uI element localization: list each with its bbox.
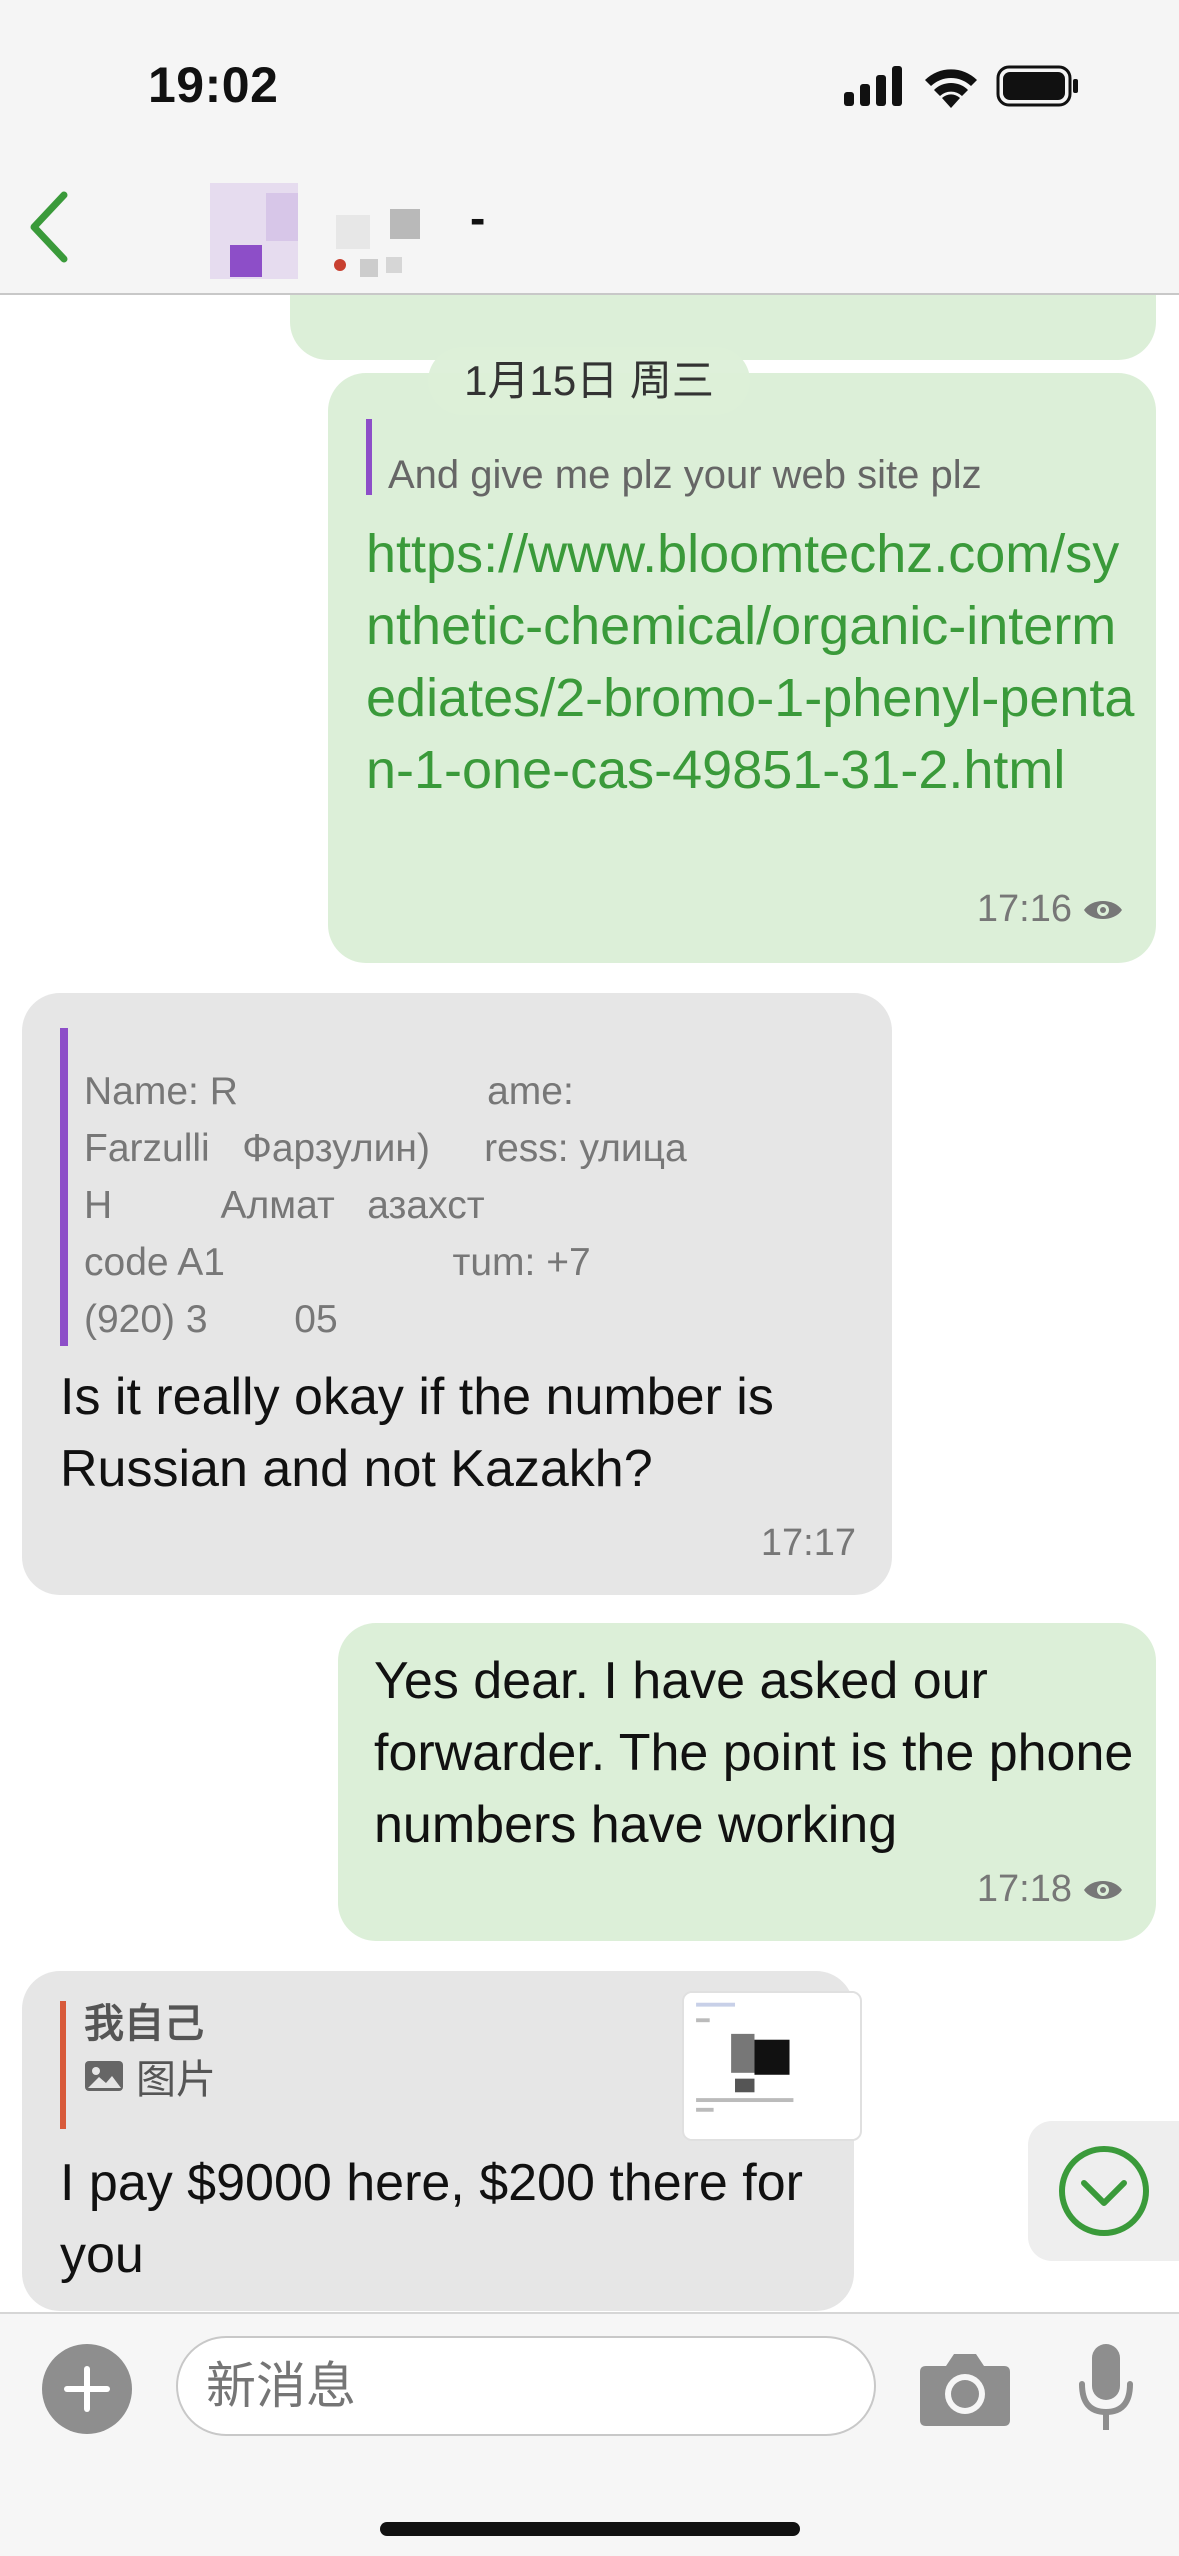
message-text: I pay $9000 here, $200 there for you (60, 2154, 803, 2284)
quote-line: H Алмат азахст (84, 1184, 485, 1227)
message-incoming[interactable]: Name: R ame: Farzulli Фарзулин) ress: ул… (22, 993, 892, 1595)
mic-icon[interactable] (1076, 2342, 1136, 2436)
reply-quote[interactable]: Name: R ame: Farzulli Фарзулин) ress: ул… (84, 1063, 874, 1348)
attach-button[interactable] (42, 2344, 132, 2434)
message-meta: 17:18 (977, 1868, 1124, 1911)
reply-bar (60, 2001, 66, 2129)
plus-icon (64, 2366, 110, 2412)
reply-bar (366, 419, 372, 495)
battery-icon (996, 65, 1078, 107)
camera-icon[interactable] (918, 2350, 1012, 2426)
scroll-to-bottom-button[interactable] (1028, 2121, 1179, 2261)
wifi-icon (925, 69, 977, 108)
message-incoming[interactable]: 我自己 图片 I pay $9000 here, $200 there for … (22, 1971, 862, 2311)
message-text: invoice (328, 295, 484, 299)
message-text: Yes dear. I have asked our forwarder. Th… (374, 1652, 1134, 1854)
reply-thumbnail[interactable] (682, 1991, 862, 2141)
signal-icon (844, 66, 902, 106)
message-time: 17:18 (976, 1868, 1072, 1910)
message-time: 17:17 (760, 1522, 856, 1564)
status-bar: 19:02 (0, 0, 1179, 165)
reply-preview-label: 图片 (136, 2058, 216, 2102)
status-time: 19:02 (148, 57, 279, 113)
quote-line: Farzulli Фарзулин) ress: улица (84, 1127, 687, 1170)
message-outgoing[interactable]: And give me plz your web site plz https:… (328, 373, 1156, 963)
chevron-down-circle-icon (1059, 2146, 1149, 2236)
reply-preview-name[interactable]: 我自己 (84, 1991, 204, 2049)
date-separator: 1月15日 周三 (428, 347, 750, 415)
message-list[interactable]: invoice 1月15日 周三 And give me plz your we… (0, 295, 1179, 2312)
message-outgoing[interactable]: Yes dear. I have asked our forwarder. Th… (338, 1623, 1156, 1941)
message-input[interactable] (176, 2336, 876, 2436)
reply-preview-type[interactable]: 图片 (84, 2047, 216, 2105)
reply-preview-text[interactable]: And give me plz your web site plz (388, 453, 982, 498)
message-meta: 17:17 (761, 1522, 856, 1565)
back-chevron-icon[interactable] (24, 189, 74, 265)
quote-line: code A1 тum: +7 (84, 1241, 591, 1284)
message-text: Is it really okay if the number is Russi… (60, 1368, 774, 1498)
message-composer (0, 2312, 1179, 2556)
eye-icon (1084, 900, 1122, 919)
message-meta: 17:16 (977, 888, 1124, 931)
eye-icon (1084, 1880, 1122, 1899)
reply-bar (60, 1028, 68, 1346)
message-time: 17:16 (976, 888, 1072, 930)
message-link[interactable]: https://www.bloomtechz.com/synthetic-che… (366, 518, 1146, 806)
avatar[interactable] (210, 175, 510, 285)
quote-line: (920) 3 05 (84, 1298, 338, 1341)
telegram-chat-screen: 19:02 - 1月15日 周三 And give me plz your we… (0, 0, 1179, 2556)
contact-name[interactable]: - (470, 191, 485, 245)
quote-line: Name: R ame: (84, 1070, 574, 1113)
home-indicator (380, 2522, 800, 2536)
image-icon (85, 2061, 123, 2091)
chat-header: - (0, 165, 1179, 295)
